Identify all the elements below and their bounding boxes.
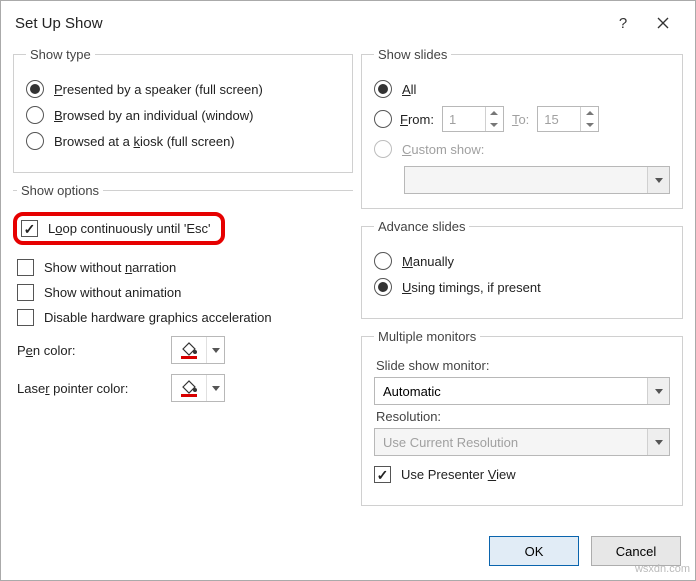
radio-presented-speaker[interactable]: Presented by a speaker (full screen): [26, 80, 340, 98]
spin-down-icon[interactable]: [486, 119, 503, 131]
group-multiple-monitors: Multiple monitors Slide show monitor: Au…: [361, 329, 683, 506]
radio-custom-show: Custom show:: [374, 140, 670, 158]
dialog-footer: OK Cancel: [1, 526, 695, 580]
legend-show-type: Show type: [26, 47, 95, 62]
right-column: Show slides All From: 1 To: 15: [361, 47, 683, 526]
bucket-icon: [172, 375, 206, 401]
checkbox-icon: [374, 466, 391, 483]
pen-color-dropdown[interactable]: [171, 336, 225, 364]
radio-label: Custom show:: [402, 142, 484, 157]
custom-show-combo: [404, 166, 670, 194]
dialog-setup-show: Set Up Show ? Show type Presented by a s…: [0, 0, 696, 581]
laser-color-label: Laser pointer color:: [17, 381, 157, 396]
to-spinner[interactable]: 15: [537, 106, 599, 132]
checkbox-icon: [17, 259, 34, 276]
radio-label: Presented by a speaker (full screen): [54, 82, 263, 97]
checkbox-label: Use Presenter View: [401, 467, 516, 482]
spin-down-icon[interactable]: [581, 119, 598, 131]
radio-icon: [374, 110, 392, 128]
resolution-label: Resolution:: [376, 409, 670, 424]
checkbox-loop[interactable]: [21, 220, 38, 237]
chevron-down-icon: [206, 375, 224, 401]
radio-all-slides[interactable]: All: [374, 80, 670, 98]
legend-advance-slides: Advance slides: [374, 219, 469, 234]
radio-browsed-individual[interactable]: Browsed by an individual (window): [26, 106, 340, 124]
radio-browsed-kiosk[interactable]: Browsed at a kiosk (full screen): [26, 132, 340, 150]
legend-show-slides: Show slides: [374, 47, 451, 62]
from-spinner[interactable]: 1: [442, 106, 504, 132]
radio-icon: [374, 140, 392, 158]
from-value: 1: [443, 107, 485, 131]
to-label: To:: [512, 112, 529, 127]
radio-icon: [374, 80, 392, 98]
checkbox-row-presenter-view[interactable]: Use Presenter View: [374, 466, 670, 483]
group-show-type: Show type Presented by a speaker (full s…: [13, 47, 353, 173]
radio-icon: [26, 106, 44, 124]
radio-label: Manually: [402, 254, 454, 269]
spin-up-icon[interactable]: [486, 107, 503, 119]
radio-label: All: [402, 82, 416, 97]
radio-label: Browsed at a kiosk (full screen): [54, 134, 235, 149]
combo-value: Automatic: [375, 384, 647, 399]
checkbox-icon: [17, 309, 34, 326]
radio-icon: [26, 80, 44, 98]
radio-label: Browsed by an individual (window): [54, 108, 253, 123]
chevron-down-icon: [647, 167, 669, 193]
left-column: Show type Presented by a speaker (full s…: [13, 47, 353, 526]
legend-multiple-monitors: Multiple monitors: [374, 329, 480, 344]
dialog-title: Set Up Show: [15, 15, 103, 32]
ok-label: OK: [525, 544, 544, 559]
laser-color-dropdown[interactable]: [171, 374, 225, 402]
chevron-down-icon: [647, 429, 669, 455]
radio-icon: [26, 132, 44, 150]
titlebar: Set Up Show ?: [1, 1, 695, 47]
radio-icon: [374, 252, 392, 270]
from-label: From:: [400, 112, 434, 127]
radio-using-timings[interactable]: Using timings, if present: [374, 278, 670, 296]
to-value: 15: [538, 107, 580, 131]
watermark: wsxdn.com: [635, 563, 690, 575]
highlight-loop-option: Loop continuously until 'Esc': [13, 212, 225, 245]
cancel-label: Cancel: [616, 544, 656, 559]
close-icon: [657, 17, 669, 29]
group-show-options: Show options Loop continuously until 'Es…: [13, 183, 353, 420]
ok-button[interactable]: OK: [489, 536, 579, 566]
legend-show-options: Show options: [17, 183, 103, 198]
checkbox-row-disable-hw[interactable]: Disable hardware graphics acceleration: [17, 309, 349, 326]
combo-value: Use Current Resolution: [375, 435, 647, 450]
checkbox-row-no-narration[interactable]: Show without narration: [17, 259, 349, 276]
group-show-slides: Show slides All From: 1 To: 15: [361, 47, 683, 209]
radio-label: Using timings, if present: [402, 280, 541, 295]
checkbox-loop-label: Loop continuously until 'Esc': [48, 221, 211, 236]
bucket-icon: [172, 337, 206, 363]
monitor-combo[interactable]: Automatic: [374, 377, 670, 405]
chevron-down-icon: [647, 378, 669, 404]
checkbox-label: Show without animation: [44, 285, 181, 300]
monitor-label: Slide show monitor:: [376, 358, 670, 373]
group-advance-slides: Advance slides Manually Using timings, i…: [361, 219, 683, 319]
resolution-combo: Use Current Resolution: [374, 428, 670, 456]
spin-up-icon[interactable]: [581, 107, 598, 119]
checkbox-icon: [17, 284, 34, 301]
laser-color-row: Laser pointer color:: [17, 374, 349, 402]
radio-icon: [374, 278, 392, 296]
checkbox-label: Show without narration: [44, 260, 176, 275]
checkbox-label: Disable hardware graphics acceleration: [44, 310, 272, 325]
radio-from-to[interactable]: From: 1 To: 15: [374, 106, 670, 132]
cancel-button[interactable]: Cancel: [591, 536, 681, 566]
help-button[interactable]: ?: [603, 9, 643, 37]
pen-color-row: Pen color:: [17, 336, 349, 364]
chevron-down-icon: [206, 337, 224, 363]
close-button[interactable]: [643, 9, 683, 37]
pen-color-label: Pen color:: [17, 343, 157, 358]
checkbox-row-no-animation[interactable]: Show without animation: [17, 284, 349, 301]
dialog-body: Show type Presented by a speaker (full s…: [1, 47, 695, 526]
radio-manually[interactable]: Manually: [374, 252, 670, 270]
